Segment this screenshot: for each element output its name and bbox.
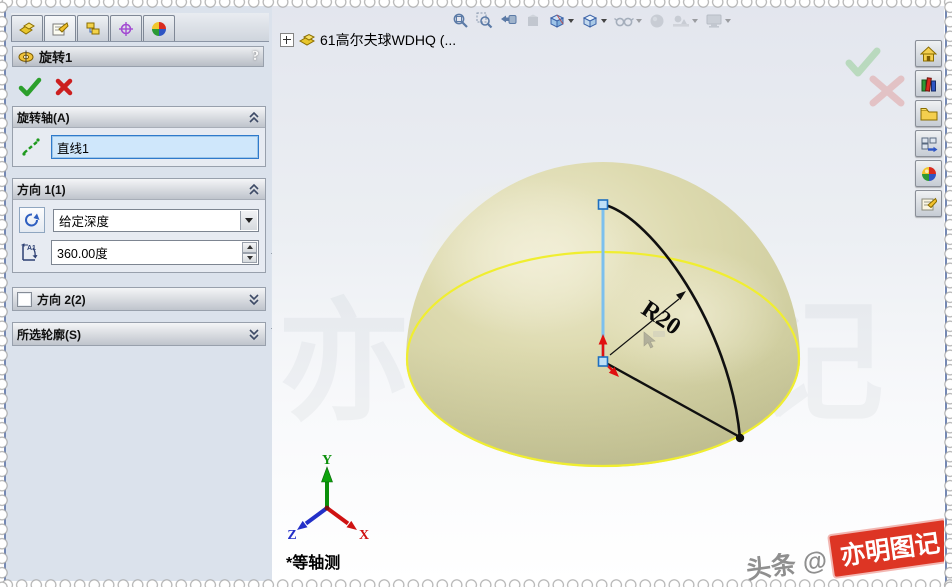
reference-triad: Y Z X bbox=[287, 453, 369, 543]
triad-z-label: Z bbox=[287, 528, 296, 543]
sketch-vertex-handle-top[interactable] bbox=[599, 200, 608, 209]
window-border-right bbox=[945, 4, 947, 583]
axis-selection-value: 直线1 bbox=[57, 138, 89, 157]
direction2-label: 方向 2(2) bbox=[37, 291, 86, 308]
manager-tab-strip bbox=[11, 13, 269, 42]
selected-contours-group: 所选轮廓(S) bbox=[12, 322, 266, 346]
file-explorer-button[interactable] bbox=[915, 100, 942, 127]
feature-title-bar: 旋转1 ? bbox=[12, 46, 264, 67]
svg-text:A1: A1 bbox=[27, 245, 36, 252]
help-button[interactable]: ? bbox=[252, 49, 259, 65]
home-button[interactable] bbox=[915, 40, 942, 67]
design-library-button[interactable] bbox=[915, 70, 942, 97]
folder-icon bbox=[920, 106, 938, 121]
view-orientation-label: *等轴测 bbox=[286, 549, 340, 573]
direction1-header[interactable]: 方向 1(1) bbox=[13, 179, 265, 200]
custom-properties-button[interactable] bbox=[915, 190, 942, 217]
configuration-manager-tab-icon bbox=[84, 21, 102, 37]
confirm-row bbox=[12, 72, 264, 102]
triad-y-label: Y bbox=[322, 453, 332, 468]
dimxpert-tab-icon bbox=[117, 21, 135, 37]
property-manager-tab[interactable] bbox=[44, 15, 76, 41]
end-condition-value: 给定深度 bbox=[59, 211, 109, 230]
direction2-checkbox[interactable] bbox=[17, 292, 32, 307]
expand-chevron-icon[interactable] bbox=[247, 328, 261, 341]
feature-manager-tab-icon bbox=[18, 21, 36, 37]
view-palette-icon bbox=[920, 136, 938, 152]
axis-selection-field[interactable]: 直线1 bbox=[51, 135, 259, 159]
expand-chevron-icon[interactable] bbox=[247, 293, 261, 306]
confirm-ok-ghost-icon bbox=[849, 51, 877, 73]
display-manager-tab-icon bbox=[150, 21, 168, 37]
border-strip-left bbox=[0, 0, 3, 587]
revolve-axis-label: 旋转轴(A) bbox=[17, 109, 70, 126]
spin-up-button[interactable] bbox=[242, 242, 257, 253]
revolve-axis-group: 旋转轴(A) 直线1 bbox=[12, 106, 266, 167]
end-condition-dropdown[interactable]: 给定深度 bbox=[53, 209, 259, 232]
ok-button[interactable] bbox=[18, 77, 42, 97]
sketch-vertex-handle-center[interactable] bbox=[599, 357, 608, 366]
cancel-button[interactable] bbox=[54, 77, 74, 97]
reverse-direction-icon[interactable] bbox=[19, 207, 45, 233]
revolve-axis-header[interactable]: 旋转轴(A) bbox=[13, 107, 265, 128]
direction1-label: 方向 1(1) bbox=[17, 181, 66, 198]
direction2-header[interactable]: 方向 2(2) bbox=[13, 288, 265, 310]
property-manager-panel: 旋转1 ? 旋转轴(A) bbox=[6, 6, 273, 581]
property-manager-tab-icon bbox=[51, 21, 69, 37]
selected-contours-label: 所选轮廓(S) bbox=[17, 326, 81, 343]
model-scene[interactable]: R20 bbox=[272, 6, 944, 581]
collapse-chevron-icon[interactable] bbox=[247, 183, 261, 196]
feature-title: 旋转1 bbox=[39, 47, 72, 66]
task-pane-toolbar bbox=[915, 40, 942, 217]
design-library-icon bbox=[920, 76, 937, 92]
custom-properties-icon bbox=[920, 196, 937, 212]
configuration-manager-tab[interactable] bbox=[77, 15, 109, 41]
collapse-chevron-icon[interactable] bbox=[247, 111, 261, 124]
appearances-ball-icon bbox=[921, 166, 937, 182]
axis-selection-icon bbox=[19, 135, 43, 159]
selected-contours-header[interactable]: 所选轮廓(S) bbox=[13, 323, 265, 345]
confirm-cancel-ghost-icon bbox=[873, 79, 901, 103]
angle-icon: A1 bbox=[19, 241, 43, 265]
appearances-button[interactable] bbox=[915, 160, 942, 187]
confirmation-corner[interactable] bbox=[849, 51, 901, 103]
dimxpert-tab[interactable] bbox=[110, 15, 142, 41]
display-manager-tab[interactable] bbox=[143, 15, 175, 41]
border-strip-top bbox=[0, 0, 952, 3]
angle-input[interactable]: 360.00度 bbox=[51, 240, 259, 265]
dropdown-caret[interactable] bbox=[240, 211, 257, 230]
angle-value: 360.00度 bbox=[57, 243, 108, 262]
feature-manager-tab[interactable] bbox=[11, 15, 43, 41]
triad-x-label: X bbox=[359, 528, 369, 543]
home-icon bbox=[920, 46, 937, 62]
revolve-feature-icon bbox=[17, 50, 35, 64]
graphics-viewport[interactable]: 亦明图记 61高尔夫球WDHQ (... bbox=[272, 6, 944, 581]
view-palette-button[interactable] bbox=[915, 130, 942, 157]
spin-down-button[interactable] bbox=[242, 253, 257, 264]
watermark-prefix: 头条 @ bbox=[743, 540, 829, 581]
sketch-endpoint-dot[interactable] bbox=[736, 434, 744, 442]
direction1-group: 方向 1(1) 给定深度 bbox=[12, 178, 266, 273]
direction2-group: 方向 2(2) bbox=[12, 287, 266, 311]
